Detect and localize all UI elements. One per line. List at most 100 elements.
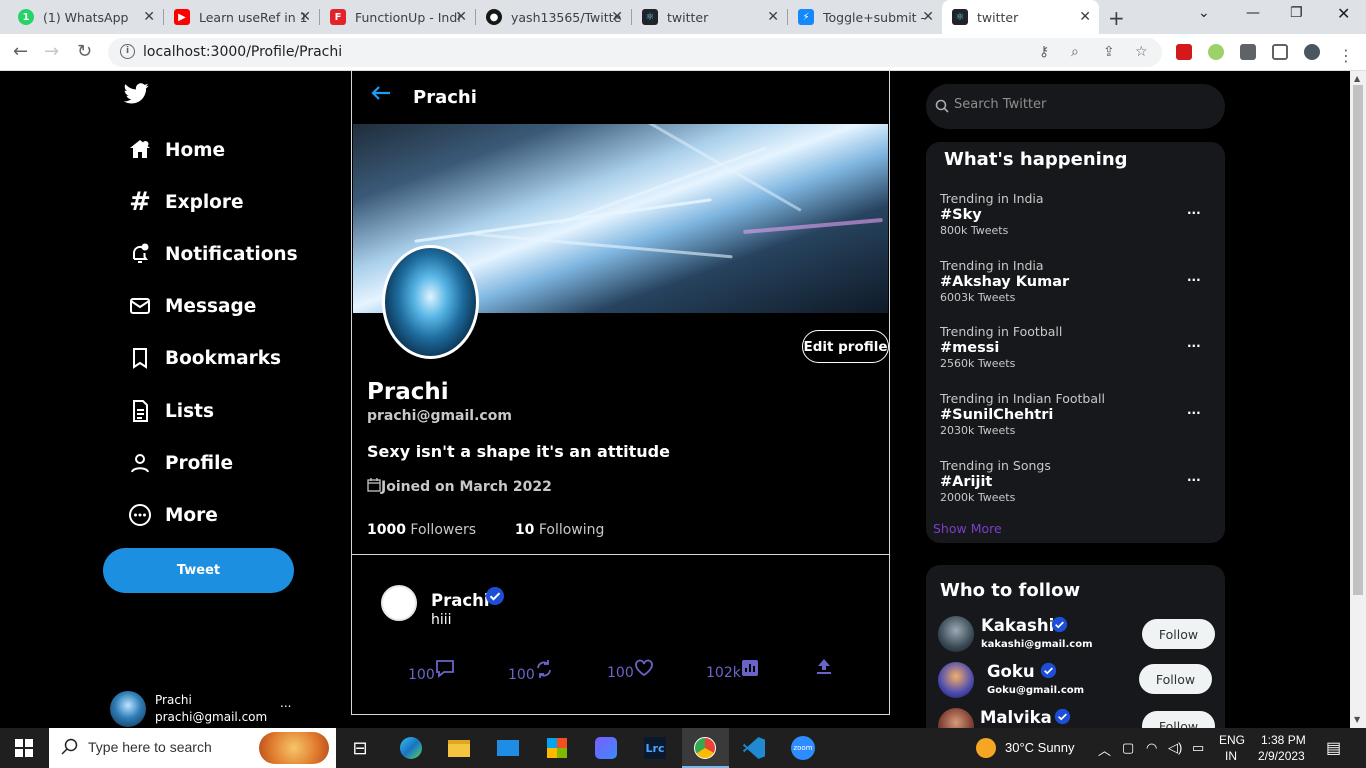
zoom-icon[interactable]: ⌕ xyxy=(1071,44,1079,60)
search-box[interactable] xyxy=(926,84,1225,129)
sidebar-item-more[interactable]: More xyxy=(128,500,218,530)
window-close-icon[interactable]: ✕ xyxy=(1337,4,1350,23)
scrollbar-thumb[interactable] xyxy=(1353,85,1363,595)
extension-green-icon[interactable] xyxy=(1208,44,1224,60)
star-icon[interactable]: ☆ xyxy=(1135,44,1148,60)
trend-item[interactable]: Trending in Indian Football #SunilChehtr… xyxy=(940,391,1210,437)
sidebar-item-home[interactable]: Home xyxy=(128,135,225,165)
close-icon[interactable]: ✕ xyxy=(611,9,623,25)
more-icon[interactable]: ... xyxy=(1187,470,1201,484)
account-switcher[interactable]: Prachi prachi@gmail.com ... xyxy=(110,691,310,728)
info-icon[interactable]: i xyxy=(120,44,135,59)
page-scrollbar[interactable]: ▲ ▼ xyxy=(1350,71,1366,728)
trend-item[interactable]: Trending in India #Akshay Kumar 6003k Tw… xyxy=(940,258,1210,304)
sidebar-item-profile[interactable]: Profile xyxy=(128,448,233,478)
vscode-icon[interactable] xyxy=(740,734,768,762)
url-text[interactable]: localhost:3000/Profile/Prachi xyxy=(143,44,342,60)
close-icon[interactable]: ✕ xyxy=(1079,9,1091,25)
tweet-button[interactable]: Tweet xyxy=(103,548,294,593)
battery-icon[interactable]: ▭ xyxy=(1192,740,1204,756)
tab-twitter-active[interactable]: ⚛ twitter ✕ xyxy=(942,0,1099,34)
followers-link[interactable]: 1000 Followers xyxy=(367,522,476,538)
trend-item[interactable]: Trending in Songs #Arijit 2000k Tweets .… xyxy=(940,458,1210,504)
tab-github[interactable]: ● yash13565/Twitte ✕ xyxy=(476,0,631,34)
extension-pdf-icon[interactable] xyxy=(1176,44,1192,60)
restore-icon[interactable]: ❐ xyxy=(1290,5,1303,21)
taskbar-search[interactable]: Type here to search xyxy=(49,728,336,768)
trend-item[interactable]: Trending in India #Sky 800k Tweets ... xyxy=(940,191,1210,237)
chrome-icon[interactable] xyxy=(691,734,719,762)
account-menu-icon[interactable]: ... xyxy=(280,696,291,710)
extensions-puzzle-icon[interactable] xyxy=(1240,44,1256,60)
reply-action[interactable]: 100 xyxy=(408,659,455,683)
windows-start-icon[interactable] xyxy=(10,734,38,762)
file-explorer-icon[interactable] xyxy=(445,734,473,762)
tray-chevron-icon[interactable]: ︿ xyxy=(1098,740,1111,759)
tab-functionup[interactable]: F FunctionUp - Indi ✕ xyxy=(320,0,475,34)
retweet-action[interactable]: 100 xyxy=(508,659,553,683)
sidebar-item-explore[interactable]: # Explore xyxy=(128,187,243,217)
show-more-link[interactable]: Show More xyxy=(933,521,1002,536)
tab-twitter-1[interactable]: ⚛ twitter ✕ xyxy=(632,0,787,34)
notification-center-icon[interactable]: ▤ xyxy=(1326,738,1341,758)
sidebar-item-notifications[interactable]: Notifications xyxy=(128,239,298,269)
sidebar-item-lists[interactable]: Lists xyxy=(128,396,214,426)
wifi-icon[interactable]: ◠ xyxy=(1146,740,1157,756)
new-tab-button[interactable]: + xyxy=(1108,6,1125,30)
more-icon[interactable]: ... xyxy=(1187,203,1201,217)
reload-icon[interactable]: ↻ xyxy=(77,41,92,62)
twitter-logo-icon[interactable] xyxy=(123,83,149,108)
task-view-icon[interactable]: ⊟ xyxy=(346,734,374,762)
back-arrow-icon[interactable] xyxy=(371,85,391,105)
minimize-icon[interactable]: — xyxy=(1246,5,1260,21)
tray-device-icon[interactable]: ▢ xyxy=(1122,740,1134,756)
profile-avatar[interactable] xyxy=(382,245,479,359)
more-icon[interactable]: ... xyxy=(1187,336,1201,350)
tweet-card[interactable]: Prachi hiii 100 100 100 102k xyxy=(351,555,890,715)
follow-button[interactable]: Follow xyxy=(1142,711,1215,728)
close-icon[interactable]: ✕ xyxy=(143,9,155,25)
weather-text[interactable]: 30°C Sunny xyxy=(1005,740,1075,755)
search-input[interactable] xyxy=(954,97,1204,112)
share-action[interactable] xyxy=(816,657,832,679)
scroll-up-icon[interactable]: ▲ xyxy=(1354,74,1360,83)
more-icon[interactable]: ... xyxy=(1187,270,1201,284)
scroll-down-icon[interactable]: ▼ xyxy=(1354,715,1360,724)
lightroom-icon[interactable]: Lrc xyxy=(641,734,669,762)
zoom-icon[interactable]: zoom xyxy=(789,734,817,762)
following-link[interactable]: 10 Following xyxy=(515,522,605,538)
sidebar-item-message[interactable]: Message xyxy=(128,291,256,321)
mail-app-icon[interactable] xyxy=(494,734,522,762)
more-icon[interactable]: ... xyxy=(1187,403,1201,417)
sidebar-item-bookmarks[interactable]: Bookmarks xyxy=(128,343,281,373)
back-icon[interactable]: ← xyxy=(13,41,28,62)
side-panel-icon[interactable] xyxy=(1272,44,1288,60)
tab-youtube[interactable]: ▶ Learn useRef in 1 ✕ xyxy=(164,0,319,34)
share-icon[interactable]: ⇪ xyxy=(1103,44,1115,60)
trend-item[interactable]: Trending in Football #messi 2560k Tweets… xyxy=(940,324,1210,370)
close-icon[interactable]: ✕ xyxy=(455,9,467,25)
store-icon[interactable] xyxy=(543,734,571,762)
close-icon[interactable]: ✕ xyxy=(922,9,934,25)
clock-time[interactable]: 1:38 PM xyxy=(1261,733,1306,747)
language-code[interactable]: ENG xyxy=(1219,733,1245,747)
tab-whatsapp[interactable]: 1 (1) WhatsApp ✕ xyxy=(8,0,163,34)
tab-stackblitz[interactable]: ⚡ Toggle+submit - ✕ xyxy=(788,0,942,34)
views-action[interactable]: 102k xyxy=(706,659,759,681)
tab-search-icon[interactable]: ⌄ xyxy=(1198,5,1210,21)
like-action[interactable]: 100 xyxy=(607,659,654,681)
omnibox[interactable]: i localhost:3000/Profile/Prachi ⚷ ⌕ ⇪ ☆ xyxy=(108,38,1162,67)
close-icon[interactable]: ✕ xyxy=(767,9,779,25)
close-icon[interactable]: ✕ xyxy=(299,9,311,25)
clock-date[interactable]: 2/9/2023 xyxy=(1258,749,1305,763)
follow-button[interactable]: Follow xyxy=(1139,664,1212,694)
edit-profile-button[interactable]: Edit profile xyxy=(802,330,889,363)
follow-button[interactable]: Follow xyxy=(1142,619,1215,649)
clipchamp-icon[interactable] xyxy=(592,734,620,762)
key-icon[interactable]: ⚷ xyxy=(1039,44,1049,60)
language-region[interactable]: IN xyxy=(1225,749,1237,763)
chrome-menu-icon[interactable]: ⋮ xyxy=(1338,46,1354,65)
forward-icon[interactable]: → xyxy=(44,41,59,62)
edge-icon[interactable] xyxy=(397,734,425,762)
profile-avatar-icon[interactable] xyxy=(1304,44,1320,60)
